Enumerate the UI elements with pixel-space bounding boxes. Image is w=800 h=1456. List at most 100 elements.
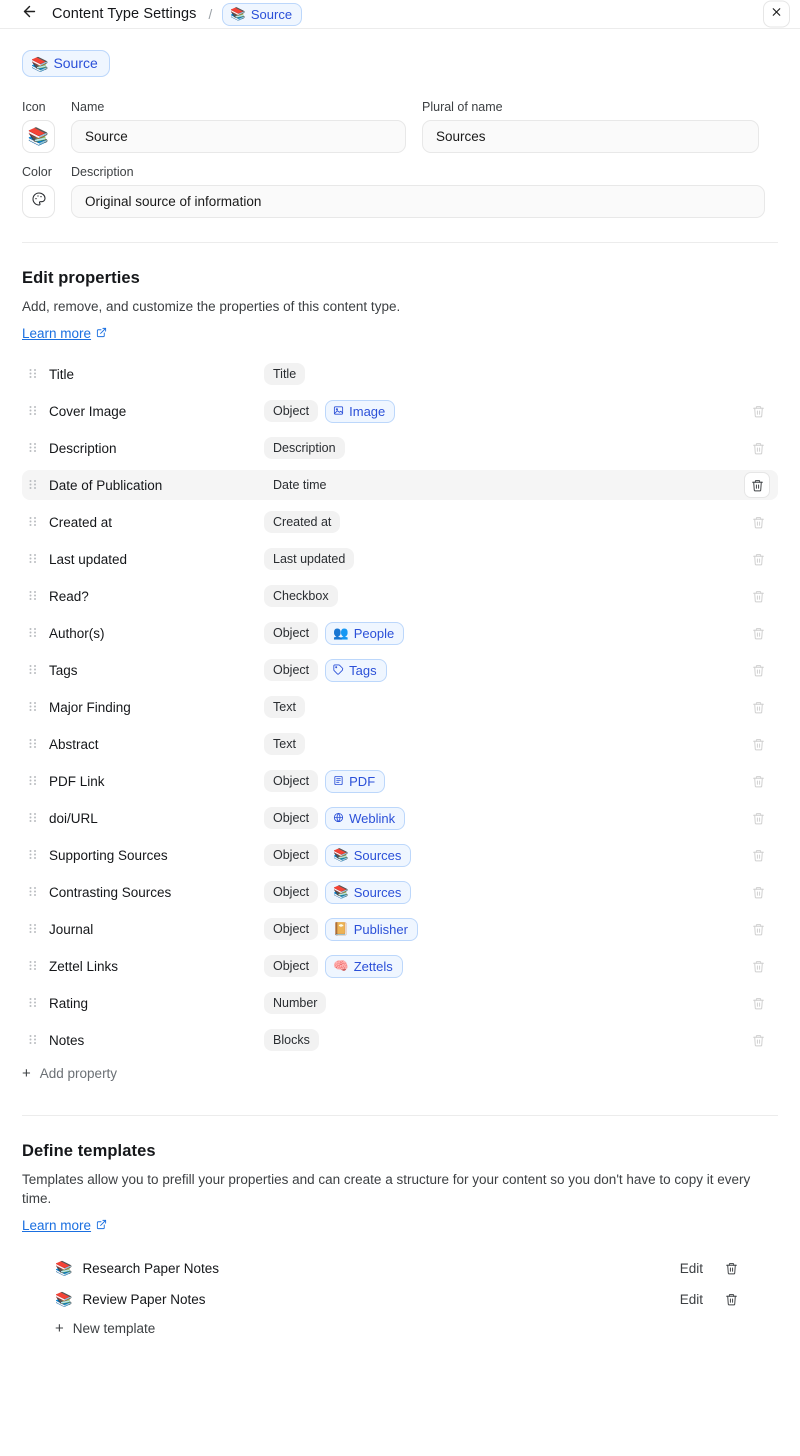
property-row[interactable]: Created atCreated at xyxy=(22,507,778,537)
drag-handle-icon[interactable] xyxy=(24,998,42,1009)
property-kind-chip[interactable]: Checkbox xyxy=(264,585,338,607)
add-property-button[interactable]: + Add property xyxy=(22,1066,778,1081)
drag-handle-icon[interactable] xyxy=(24,628,42,639)
property-row[interactable]: Date of PublicationDate time xyxy=(22,470,778,500)
property-row[interactable]: TitleTitle xyxy=(22,359,778,389)
property-object-chip[interactable]: Tags xyxy=(325,659,386,682)
drag-handle-icon[interactable] xyxy=(24,887,42,898)
drag-handle-icon[interactable] xyxy=(24,369,42,380)
property-kind-chip[interactable]: Created at xyxy=(264,511,340,533)
drag-handle-icon[interactable] xyxy=(24,961,42,972)
drag-handle-icon[interactable] xyxy=(24,480,42,491)
property-row[interactable]: Read?Checkbox xyxy=(22,581,778,611)
color-picker-button[interactable] xyxy=(22,185,55,218)
property-kind-chip[interactable]: Object xyxy=(264,844,318,866)
drag-handle-icon[interactable] xyxy=(24,554,42,565)
delete-property-button[interactable] xyxy=(746,584,770,608)
new-template-button[interactable]: + New template xyxy=(22,1321,778,1336)
plural-input[interactable] xyxy=(422,120,759,153)
property-row[interactable]: TagsObjectTags xyxy=(22,655,778,685)
back-button[interactable] xyxy=(16,1,42,27)
define-templates-learn-more-link[interactable]: Learn more xyxy=(22,1218,107,1233)
property-row[interactable]: Author(s)Object👥People xyxy=(22,618,778,648)
delete-property-button[interactable] xyxy=(746,1028,770,1052)
property-row[interactable]: Last updatedLast updated xyxy=(22,544,778,574)
property-row[interactable]: Cover ImageObjectImage xyxy=(22,396,778,426)
property-object-chip[interactable]: 📔Publisher xyxy=(325,918,418,941)
delete-property-button[interactable] xyxy=(746,806,770,830)
drag-handle-icon[interactable] xyxy=(24,739,42,750)
property-object-chip[interactable]: 🧠Zettels xyxy=(325,955,403,978)
delete-property-button[interactable] xyxy=(746,658,770,682)
drag-handle-icon[interactable] xyxy=(24,591,42,602)
close-button[interactable] xyxy=(763,1,790,28)
delete-property-button[interactable] xyxy=(746,510,770,534)
property-kind-chip[interactable]: Last updated xyxy=(264,548,354,570)
delete-property-button[interactable] xyxy=(746,843,770,867)
delete-property-button[interactable] xyxy=(746,769,770,793)
drag-handle-icon[interactable] xyxy=(24,776,42,787)
property-kind-chip[interactable]: Object xyxy=(264,622,318,644)
delete-property-button[interactable] xyxy=(746,695,770,719)
property-kind-chip[interactable]: Object xyxy=(264,807,318,829)
property-object-chip[interactable]: 👥People xyxy=(325,622,404,645)
drag-handle-icon[interactable] xyxy=(24,517,42,528)
property-row[interactable]: Zettel LinksObject🧠Zettels xyxy=(22,951,778,981)
content-type-badge[interactable]: 📚 Source xyxy=(22,50,110,77)
property-row[interactable]: DescriptionDescription xyxy=(22,433,778,463)
delete-property-button[interactable] xyxy=(746,547,770,571)
property-kind-chip[interactable]: Object xyxy=(264,918,318,940)
delete-property-button[interactable] xyxy=(746,954,770,978)
delete-property-button[interactable] xyxy=(746,880,770,904)
property-row[interactable]: JournalObject📔Publisher xyxy=(22,914,778,944)
drag-handle-icon[interactable] xyxy=(24,443,42,454)
delete-property-button[interactable] xyxy=(746,991,770,1015)
property-kind-chip[interactable]: Object xyxy=(264,955,318,977)
delete-property-button[interactable] xyxy=(746,436,770,460)
delete-property-button[interactable] xyxy=(746,917,770,941)
property-row[interactable]: PDF LinkObjectPDF xyxy=(22,766,778,796)
property-kind-chip[interactable]: Object xyxy=(264,659,318,681)
property-row[interactable]: Contrasting SourcesObject📚Sources xyxy=(22,877,778,907)
delete-property-button[interactable] xyxy=(746,621,770,645)
property-object-chip[interactable]: Image xyxy=(325,400,395,423)
property-kind-chip[interactable]: Object xyxy=(264,400,318,422)
description-input[interactable] xyxy=(71,185,765,218)
delete-template-button[interactable] xyxy=(725,1262,738,1275)
edit-template-button[interactable]: Edit xyxy=(680,1261,703,1276)
icon-picker-button[interactable]: 📚 xyxy=(22,120,55,153)
drag-handle-icon[interactable] xyxy=(24,850,42,861)
property-row[interactable]: RatingNumber xyxy=(22,988,778,1018)
property-object-chip[interactable]: 📚Sources xyxy=(325,881,411,904)
template-row[interactable]: 📚Research Paper NotesEdit xyxy=(22,1254,778,1282)
delete-property-button[interactable] xyxy=(746,732,770,756)
property-kind-chip[interactable]: Date time xyxy=(264,474,336,496)
template-row[interactable]: 📚Review Paper NotesEdit xyxy=(22,1285,778,1313)
name-input[interactable] xyxy=(71,120,406,153)
property-kind-chip[interactable]: Blocks xyxy=(264,1029,319,1051)
edit-template-button[interactable]: Edit xyxy=(680,1292,703,1307)
property-kind-chip[interactable]: Object xyxy=(264,881,318,903)
delete-template-button[interactable] xyxy=(725,1293,738,1306)
property-kind-chip[interactable]: Description xyxy=(264,437,345,459)
drag-handle-icon[interactable] xyxy=(24,924,42,935)
property-row[interactable]: Major FindingText xyxy=(22,692,778,722)
property-object-chip[interactable]: Weblink xyxy=(325,807,405,830)
property-kind-chip[interactable]: Title xyxy=(264,363,305,385)
property-kind-chip[interactable]: Number xyxy=(264,992,326,1014)
edit-properties-learn-more-link[interactable]: Learn more xyxy=(22,326,107,341)
breadcrumb-content-type-badge[interactable]: 📚 Source xyxy=(222,3,302,26)
drag-handle-icon[interactable] xyxy=(24,702,42,713)
property-row[interactable]: AbstractText xyxy=(22,729,778,759)
drag-handle-icon[interactable] xyxy=(24,813,42,824)
property-row[interactable]: Supporting SourcesObject📚Sources xyxy=(22,840,778,870)
drag-handle-icon[interactable] xyxy=(24,406,42,417)
drag-handle-icon[interactable] xyxy=(24,1035,42,1046)
property-object-chip[interactable]: PDF xyxy=(325,770,385,793)
property-object-chip[interactable]: 📚Sources xyxy=(325,844,411,867)
property-row[interactable]: doi/URLObjectWeblink xyxy=(22,803,778,833)
delete-property-button[interactable] xyxy=(746,399,770,423)
drag-handle-icon[interactable] xyxy=(24,665,42,676)
property-row[interactable]: NotesBlocks xyxy=(22,1025,778,1055)
delete-property-button[interactable] xyxy=(744,472,770,498)
